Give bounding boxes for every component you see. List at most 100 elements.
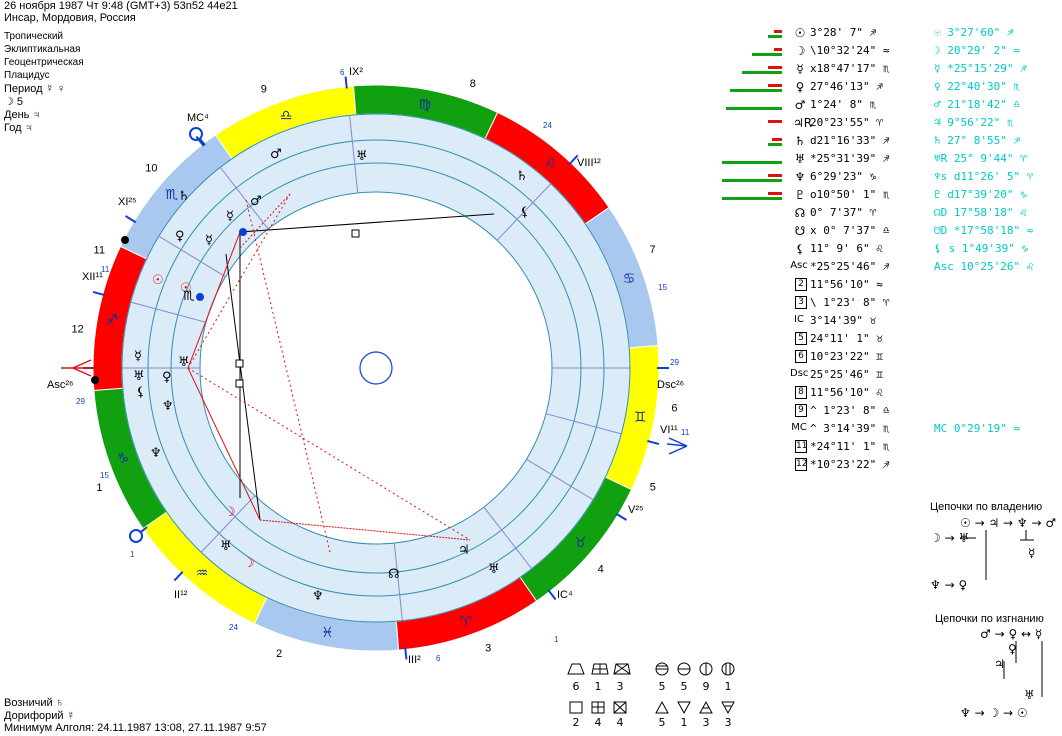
planet-position: 10°23'22" ♊ xyxy=(810,350,883,363)
planet-row[interactable]: ☿ x18°47'17" ♏ ☿ *25°15'29" ♐ xyxy=(720,60,1060,78)
planet-row[interactable]: Asc *25°25'46" ♐ Asc 10°25'26" ♌ xyxy=(720,258,1060,276)
planet-row[interactable]: ♂ 1°24' 8" ♏ ♂ 21°18'42" ♎ xyxy=(720,96,1060,114)
marker-dot xyxy=(196,293,204,301)
marker-dot xyxy=(91,376,99,384)
planet-symbol: ♅ xyxy=(794,152,806,166)
strength-bars xyxy=(720,42,782,60)
red-strength-bar xyxy=(768,120,782,123)
transit-position: Asc 10°25'26" ♌ xyxy=(934,260,1034,273)
planet-row[interactable]: 11 *24°11' 1" ♏ xyxy=(720,438,1060,456)
house-cusp-tick xyxy=(124,215,137,224)
strength-bars xyxy=(720,24,782,42)
planet-symbol: 8 xyxy=(795,386,807,399)
house-number: 9 xyxy=(261,84,267,96)
planet-row[interactable]: 9 ^ 1°23' 8" ♎ xyxy=(720,402,1060,420)
planet-row[interactable]: ☉ 3°28' 7" ♐ ☉ 3°27'60" ♐ xyxy=(720,24,1060,42)
planet-symbol: ⚸ xyxy=(795,242,805,256)
planet-row[interactable]: Dsc 25°25'46" ♊ xyxy=(720,366,1060,384)
strength-bars xyxy=(720,240,782,258)
zodiac-sign-glyph: ♐ xyxy=(106,312,119,328)
planet-symbol: ♃R xyxy=(793,116,813,130)
strength-bars xyxy=(720,222,782,240)
planet-symbol: MC xyxy=(791,422,807,433)
planet-position: ^ 3°14'39" ♏ xyxy=(810,422,890,435)
planet-row[interactable]: 2 11°56'10" ≈ xyxy=(720,276,1060,294)
trine-icon xyxy=(655,700,669,714)
aspect-count: 5 xyxy=(658,680,666,693)
angle-label: XI²⁵ xyxy=(118,196,137,208)
planet-row[interactable]: ♆ 6°29'23" ♑ ♆s d11°26' 5" ♈ xyxy=(720,168,1060,186)
planet-symbol: 11 xyxy=(795,440,808,453)
aspect-count: 1 xyxy=(594,680,602,693)
planet-symbol: ♂ xyxy=(794,98,806,112)
planet-symbol: IC xyxy=(794,314,804,325)
planet-glyph: ♄ xyxy=(516,169,528,184)
aspect-count: 1 xyxy=(680,716,688,729)
planet-row[interactable]: ⚸ 11° 9' 6" ♌ ⚸ s 1°49'39" ♑ xyxy=(720,240,1060,258)
planet-row[interactable]: ♃R 20°23'55" ♈ ♃ 9°56'22" ♏ xyxy=(720,114,1060,132)
aspect-count: 4 xyxy=(594,716,602,729)
transit-position: ♂ 21°18'42" ♎ xyxy=(934,98,1021,111)
planet-position: 11°56'10" ♌ xyxy=(810,386,883,399)
transit-position: ♇ d17°39'20" ♑ xyxy=(934,188,1027,201)
planet-row[interactable]: MC ^ 3°14'39" ♏ MC 0°29'19" ≈ xyxy=(720,420,1060,438)
planet-glyph: ⚸ xyxy=(136,385,146,400)
planet-position: 25°25'46" ♊ xyxy=(810,368,883,381)
angle-label: VIII¹² xyxy=(577,157,601,169)
strength-bars xyxy=(720,96,782,114)
planet-row[interactable]: ☽ \10°32'24" ≈ ☽ 20°29' 2" ≈ xyxy=(720,42,1060,60)
planet-row[interactable]: 12 *10°23'22" ♐ xyxy=(720,456,1060,474)
house-cusp-tick xyxy=(173,571,184,582)
transit-position: ☽ 20°29' 2" ≈ xyxy=(934,44,1021,57)
strength-bars xyxy=(720,186,782,204)
sextile-icon xyxy=(677,701,691,715)
planet-position: x18°47'17" ♏ xyxy=(810,62,890,75)
planet-position: 1°24' 8" ♏ xyxy=(810,98,877,111)
planet-row[interactable]: ♇ o10°50' 1" ♏ ♇ d17°39'20" ♑ xyxy=(720,186,1060,204)
strength-bars xyxy=(720,312,782,330)
planet-symbol: ♀ xyxy=(795,80,805,94)
aspect-marker xyxy=(235,379,244,388)
angle-label: II¹² xyxy=(174,589,188,601)
degree-tick-label: 15 xyxy=(658,283,667,292)
planet-row[interactable]: 3 \ 1°23' 8" ♈ xyxy=(720,294,1060,312)
transit-position: MC 0°29'19" ≈ xyxy=(934,422,1021,435)
natal-chart-wheel[interactable]: ♈♉♊♋♌♍♎♏♐♑♒♓12 3456789101112Asc²⁶ Dsc²⁶MC⁴… xyxy=(0,0,720,736)
degree-tick-label: 29 xyxy=(670,358,679,367)
strength-bars xyxy=(720,402,782,420)
aspect-count: 2 xyxy=(572,716,580,729)
sesquisquare-icon xyxy=(591,663,609,675)
aspect-count: 6 xyxy=(572,680,580,693)
transit-position: ♃ 9°56'22" ♏ xyxy=(934,116,1014,129)
planet-row[interactable]: IC 3°14'39" ♉ xyxy=(720,312,1060,330)
planet-row[interactable]: ☋ x 0° 7'37" ♎ ☋D *17°58'18" ≈ xyxy=(720,222,1060,240)
strength-bars xyxy=(720,294,782,312)
planet-position: 0° 7'37" ♈ xyxy=(810,206,877,219)
chains-by-rulership-title: Цепочки по владению xyxy=(930,501,1043,513)
angle-label: V²⁵ xyxy=(628,504,644,516)
planet-position: 6°29'23" ♑ xyxy=(810,170,877,183)
planet-symbol: 2 xyxy=(795,278,807,291)
planet-row[interactable]: ♅ *25°31'39" ♐ ♅R 25° 9'44" ♈ xyxy=(720,150,1060,168)
planet-glyph: ♆ xyxy=(312,589,324,604)
degree-tick-label: 6 xyxy=(340,68,345,77)
planet-row[interactable]: 6 10°23'22" ♊ xyxy=(720,348,1060,366)
planet-row[interactable]: 5 24°11' 1" ♉ xyxy=(720,330,1060,348)
charioteer: Возничий ♄ xyxy=(4,697,64,709)
quincunx-icon xyxy=(613,663,631,675)
house-cusp-tick xyxy=(404,647,408,660)
planet-row[interactable]: ☊ 0° 7'37" ♈ ☊D 17°58'18" ♌ xyxy=(720,204,1060,222)
planet-symbol: 3 xyxy=(795,296,807,309)
planet-row[interactable]: ♀ 27°46'13" ♐ ♀ 22°40'30" ♏ xyxy=(720,78,1060,96)
planet-glyph: ♂ xyxy=(250,194,262,209)
zodiac-sign-glyph: ♈ xyxy=(460,614,473,630)
angle-label: MC⁴ xyxy=(187,112,209,124)
novile-icon xyxy=(721,662,735,676)
green-strength-bar xyxy=(722,179,782,182)
strength-bars xyxy=(720,456,782,474)
angle-label: III² xyxy=(408,654,421,666)
planet-row[interactable]: 8 11°56'10" ♌ xyxy=(720,384,1060,402)
strength-bars xyxy=(720,132,782,150)
strength-bars xyxy=(720,258,782,276)
planet-row[interactable]: ♄ d21°16'33" ♐ ♄ 27° 8'55" ♐ xyxy=(720,132,1060,150)
